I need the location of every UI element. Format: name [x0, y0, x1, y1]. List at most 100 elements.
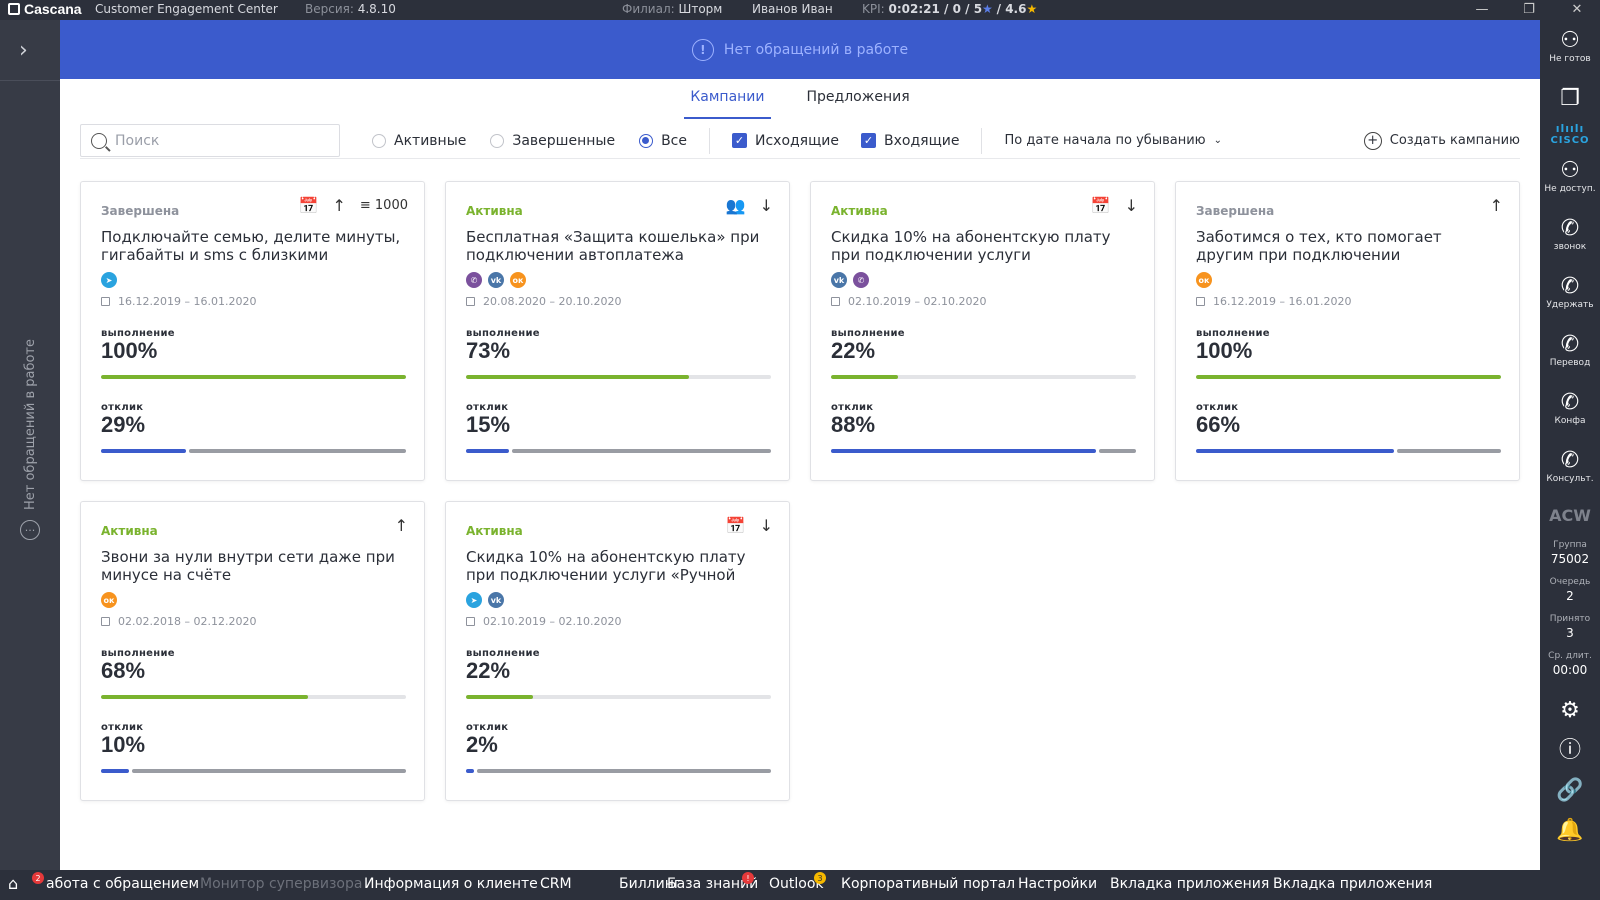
channel-list: ➤	[101, 272, 117, 288]
campaign-card[interactable]: Завершена ↑ Заботимся о тех, кто помогае…	[1175, 181, 1520, 481]
progress-fill	[101, 695, 309, 699]
acw-button[interactable]: ACW	[1540, 506, 1600, 525]
radio-all[interactable]: Все	[639, 133, 687, 149]
bottom-tab-portal[interactable]: Корпоративный портал	[841, 876, 1015, 892]
campaign-title: Бесплатная «Защита кошелька» при подключ…	[466, 228, 760, 264]
vk-icon: vk	[488, 272, 504, 288]
calendar-icon	[831, 297, 840, 306]
calendar-icon[interactable]: 📅	[299, 196, 319, 215]
response-bar	[1196, 449, 1501, 453]
bottom-tab-supervisor[interactable]: Монитор супервизора	[200, 876, 362, 892]
sort-dropdown[interactable]: По дате начала по убыванию ⌄	[1004, 133, 1222, 148]
minimize-button[interactable]: —	[1472, 2, 1492, 18]
conference-button[interactable]: ✆ Конфа	[1540, 390, 1600, 426]
home-badge: 2	[32, 872, 44, 884]
calendar-icon[interactable]: 📅	[726, 516, 746, 535]
status-badge: Завершена	[101, 204, 180, 218]
campaign-card[interactable]: Активна 📅 ↓ Скидка 10% на абонентскую пл…	[810, 181, 1155, 481]
viber-icon: ✆	[853, 272, 869, 288]
arrow-up-icon[interactable]: ↑	[1490, 196, 1503, 215]
progress-value: 22%	[466, 658, 511, 683]
bottom-tab-settings[interactable]: Настройки	[1018, 876, 1097, 892]
campaign-card[interactable]: Активна 👥 ↓ Бесплатная «Защита кошелька»…	[445, 181, 790, 481]
expand-chevron-icon[interactable]: ›	[19, 38, 28, 63]
response-value: 10%	[101, 732, 146, 757]
status-badge: Активна	[831, 204, 888, 218]
card-actions: 📅 ↓	[726, 516, 773, 535]
bottom-tab-client-info[interactable]: Информация о клиенте	[364, 876, 538, 892]
search-box[interactable]	[80, 124, 340, 157]
link-button[interactable]: 🔗	[1540, 778, 1600, 804]
arrow-up-icon[interactable]: ↑	[332, 196, 345, 215]
info-button[interactable]: ⓘ	[1540, 738, 1600, 764]
checkbox-outgoing[interactable]: ✓ Исходящие	[731, 133, 839, 149]
arrow-down-icon[interactable]: ↓	[760, 516, 773, 535]
copy-button[interactable]: ❐	[1540, 86, 1600, 112]
users-icon[interactable]: 👥	[726, 196, 746, 215]
calendar-icon	[101, 617, 110, 626]
odnoklassniki-icon: ок	[101, 592, 117, 608]
outlook-badge: 3	[814, 872, 826, 884]
bottom-tab-crm[interactable]: CRM	[540, 876, 572, 892]
progress-fill	[831, 375, 899, 379]
bottom-tab-app-2[interactable]: Вкладка приложения	[1273, 876, 1432, 892]
radio-completed[interactable]: Завершенные	[490, 133, 615, 149]
hold-button[interactable]: ✆ Удержать	[1540, 274, 1600, 310]
search-input[interactable]	[115, 132, 315, 149]
info-circle-icon: !	[691, 38, 714, 61]
response-value: 88%	[831, 412, 876, 437]
response-value: 66%	[1196, 412, 1241, 437]
create-campaign-button[interactable]: + Создать кампанию	[1363, 131, 1520, 150]
tab-campaigns[interactable]: Кампании	[684, 79, 771, 119]
notifications-button[interactable]: 🔔	[1540, 818, 1600, 844]
campaign-card[interactable]: Активна 📅 ↓ Скидка 10% на абонентскую пл…	[445, 501, 790, 801]
settings-button[interactable]: ⚙	[1540, 698, 1600, 724]
campaign-card[interactable]: Активна ↑ Звони за нули внутри сети даже…	[80, 501, 425, 801]
checkbox-incoming[interactable]: ✓ Входящие	[861, 133, 959, 149]
version: Версия: 4.8.10	[305, 2, 396, 16]
radio-circle	[490, 133, 505, 148]
progress-bar	[101, 375, 406, 379]
home-icon[interactable]: ⌂	[8, 874, 18, 893]
calendar-icon[interactable]: 📅	[1091, 196, 1111, 215]
title-bar: Cascana Customer Engagement Center Верси…	[0, 0, 1600, 20]
tab-offers[interactable]: Предложения	[801, 79, 916, 119]
agent-status-icon: ⚇	[1560, 28, 1580, 53]
viber-icon: ✆	[466, 272, 482, 288]
search-icon	[91, 132, 107, 149]
progress-value: 68%	[101, 658, 146, 683]
not-available-button[interactable]: ⚇ Не доступ.	[1540, 158, 1600, 194]
maximize-button[interactable]: ❐	[1519, 2, 1539, 18]
call-button[interactable]: ✆ звонок	[1540, 216, 1600, 252]
arrow-down-icon[interactable]: ↓	[760, 196, 773, 215]
bottom-tab-requests[interactable]: абота с обращением	[46, 876, 199, 892]
transfer-button[interactable]: ✆ Перевод	[1540, 332, 1600, 368]
divider	[0, 80, 60, 81]
response-remainder	[1099, 449, 1136, 453]
cisco-logo: ılıılı CISCO	[1540, 122, 1600, 146]
close-button[interactable]: ✕	[1567, 2, 1587, 18]
campaign-card[interactable]: Завершена 📅 ↑ ≡ 1000 Подключайте семью, …	[80, 181, 425, 481]
progress-fill	[101, 375, 406, 379]
telegram-icon: ➤	[101, 272, 117, 288]
arrow-up-icon[interactable]: ↑	[395, 516, 408, 535]
limit-count: ≡ 1000	[359, 198, 408, 213]
radio-circle-selected	[639, 133, 654, 148]
progress-fill	[466, 695, 534, 699]
cisco-bars-icon: ılıılı	[1555, 122, 1585, 135]
consult-button[interactable]: ✆ Консульт.	[1540, 448, 1600, 484]
group-stat: Группа 75002	[1550, 540, 1590, 566]
radio-active[interactable]: Активные	[372, 133, 466, 149]
arrow-down-icon[interactable]: ↓	[1125, 196, 1138, 215]
progress-bar	[101, 695, 406, 699]
response-remainder	[189, 449, 406, 453]
bottom-tab-app-1[interactable]: Вкладка приложения	[1110, 876, 1269, 892]
date-range: 16.12.2019 – 16.01.2020	[1196, 295, 1351, 308]
progress-value: 100%	[101, 338, 158, 363]
more-circle-icon: ···	[20, 520, 40, 540]
progress-value: 100%	[1196, 338, 1253, 363]
response-remainder	[511, 449, 771, 453]
response-bar	[466, 449, 771, 453]
channel-list: ✆ vk ок	[466, 272, 526, 288]
not-ready-button[interactable]: ⚇ Не готов	[1540, 28, 1600, 64]
